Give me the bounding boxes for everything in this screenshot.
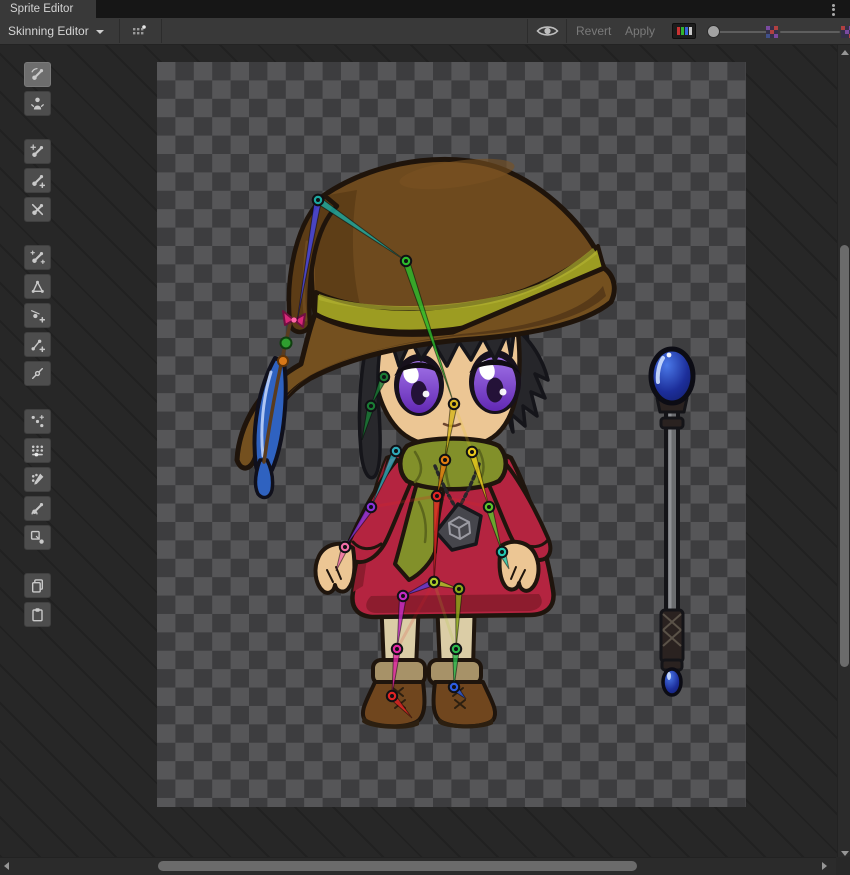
skinning-tools [24, 62, 52, 650]
chevron-down-icon [96, 30, 104, 34]
vertical-scrollbar-thumb[interactable] [840, 245, 849, 667]
horizontal-scrollbar-thumb[interactable] [158, 861, 637, 871]
eye-icon[interactable] [533, 18, 561, 44]
zoom-slider-knob[interactable] [707, 25, 720, 38]
skinning-editor-label: Skinning Editor [8, 24, 89, 38]
revert-button[interactable]: Revert [570, 18, 617, 44]
tab-sprite-editor[interactable]: Sprite Editor [0, 0, 96, 18]
toolbar-divider [119, 19, 120, 43]
scrollbar-corner [836, 857, 850, 875]
bone-influence-button[interactable] [24, 496, 51, 521]
restore-pose-button[interactable] [24, 91, 51, 116]
character-sprite [157, 62, 746, 807]
toolbar-divider [566, 19, 567, 43]
sprite-canvas[interactable] [0, 45, 837, 857]
feather-charm [255, 311, 305, 497]
witch-character [237, 153, 614, 729]
weight-brush-button[interactable] [24, 467, 51, 492]
weight-slider-button[interactable] [24, 438, 51, 463]
auto-geometry-button[interactable] [24, 245, 51, 270]
zoom-slider-track[interactable] [712, 31, 768, 33]
edit-geometry-button[interactable] [24, 274, 51, 299]
scroll-down-icon[interactable] [841, 851, 849, 856]
create-bone-button[interactable] [24, 168, 51, 193]
create-vertex-button[interactable] [24, 303, 51, 328]
toolbar-divider [527, 19, 528, 43]
sprite-editor-window: Sprite Editor Skinning Editor [0, 0, 850, 875]
sprite-frames-icon[interactable] [127, 18, 151, 44]
sprite-influence-button[interactable] [24, 525, 51, 550]
mip-slider-track[interactable] [780, 31, 840, 33]
scroll-up-icon[interactable] [841, 50, 849, 55]
scroll-left-icon[interactable] [4, 862, 9, 870]
boots [362, 660, 495, 729]
scroll-right-icon[interactable] [822, 862, 827, 870]
paste-button[interactable] [24, 602, 51, 627]
auto-weights-button[interactable] [24, 409, 51, 434]
mip-large-icon [841, 26, 850, 38]
toolbar: Skinning Editor Revert Apply [0, 18, 850, 45]
copy-button[interactable] [24, 573, 51, 598]
staff-sprite [651, 349, 693, 695]
horizontal-scrollbar[interactable] [0, 857, 836, 875]
skinning-editor-dropdown[interactable]: Skinning Editor [8, 18, 104, 44]
mip-small-icon [766, 26, 778, 38]
apply-button[interactable]: Apply [619, 18, 661, 44]
create-edge-button[interactable] [24, 332, 51, 357]
rgb-swatch-icon[interactable] [672, 18, 696, 44]
split-edge-button[interactable] [24, 361, 51, 386]
toolbar-divider [161, 19, 162, 43]
split-bone-button[interactable] [24, 197, 51, 222]
preview-pose-button[interactable] [24, 62, 51, 87]
edit-joints-button[interactable] [24, 139, 51, 164]
tab-bar: Sprite Editor [0, 0, 850, 18]
kebab-menu-icon[interactable] [826, 2, 840, 17]
vertical-scrollbar[interactable] [837, 45, 850, 860]
